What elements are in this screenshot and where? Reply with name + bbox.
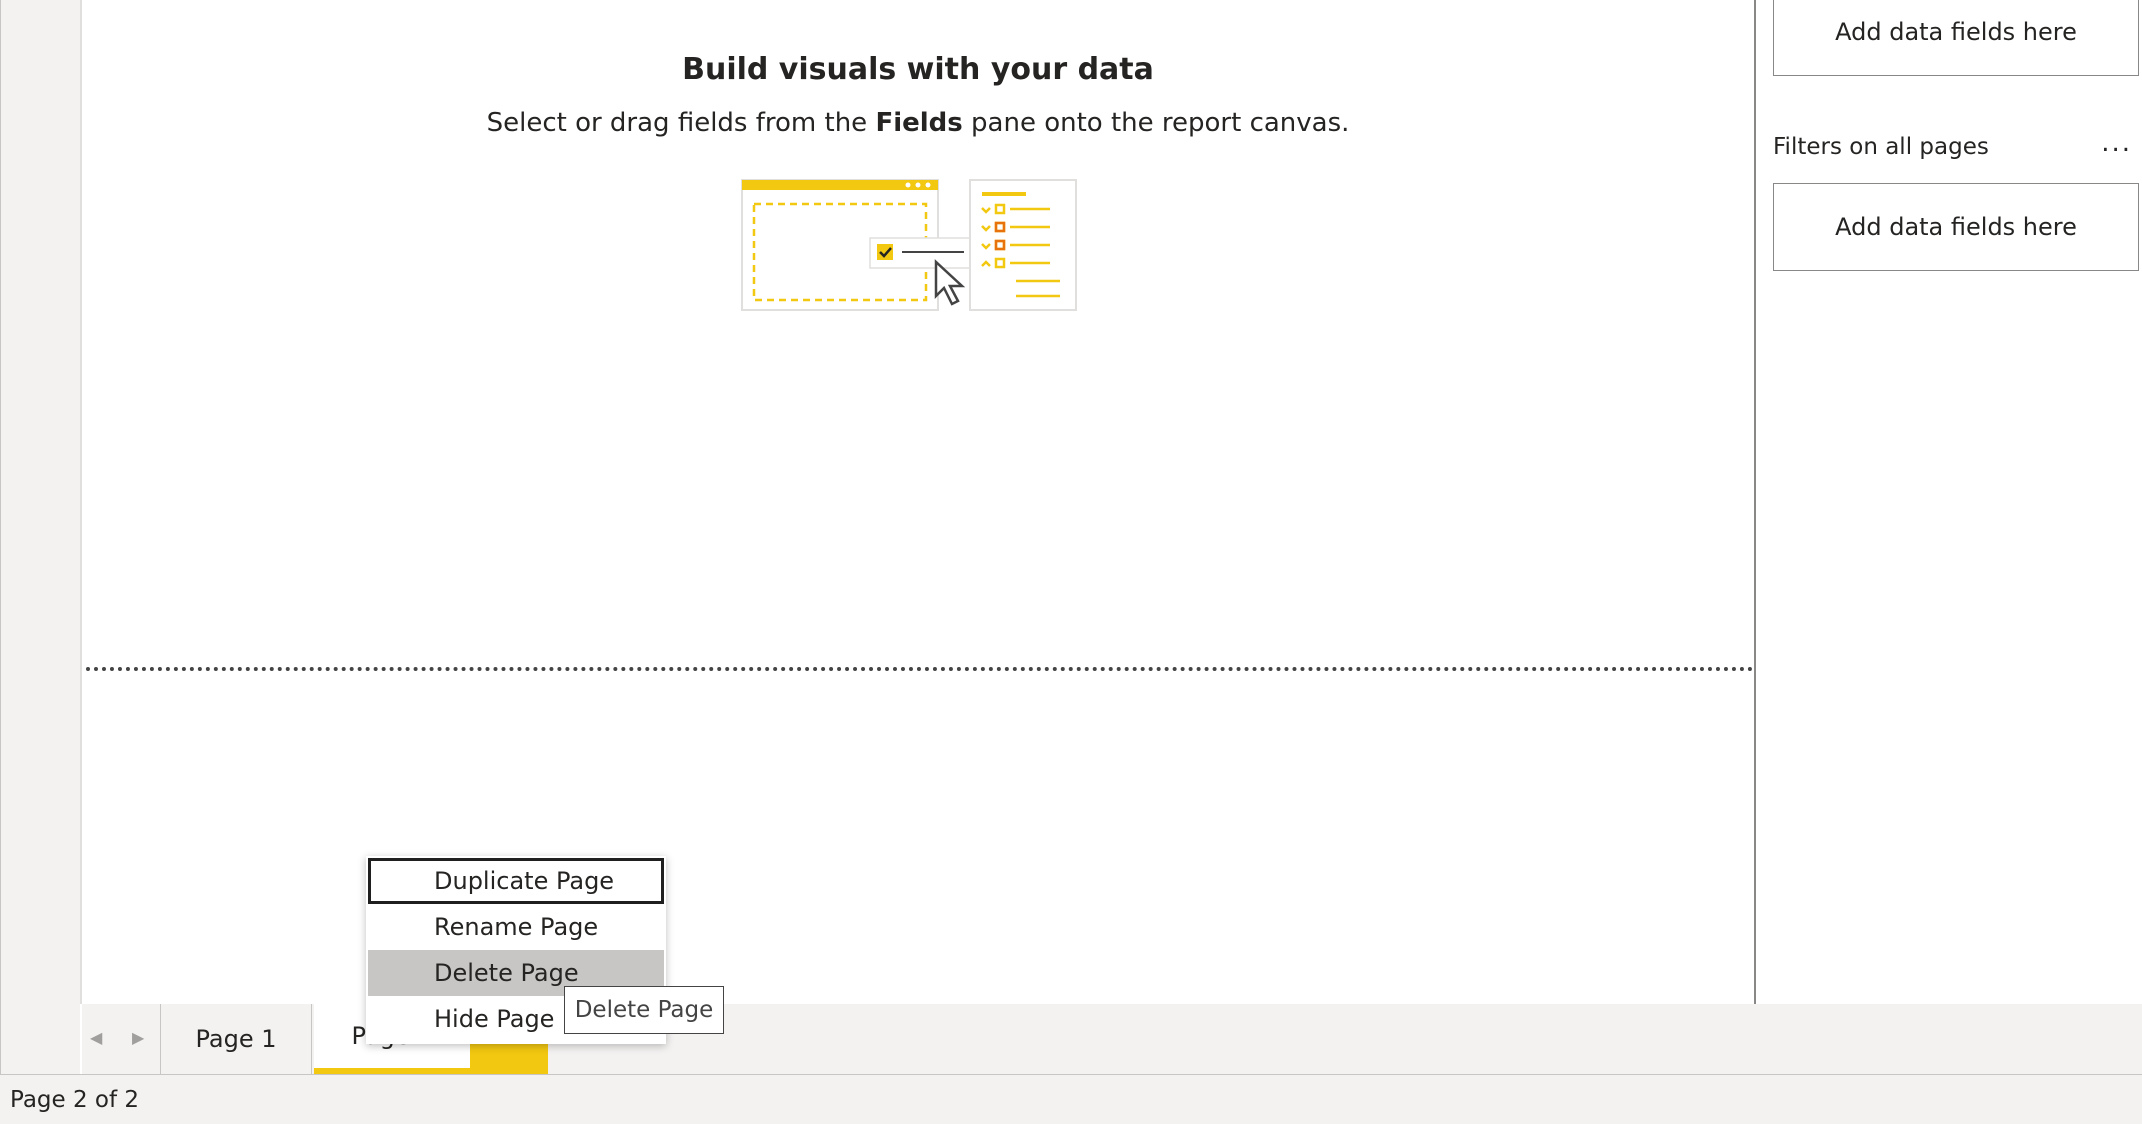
page-indicator: Page 2 of 2 xyxy=(10,1087,140,1113)
tooltip: Delete Page xyxy=(564,986,724,1034)
menu-item-label: Delete Page xyxy=(434,959,579,987)
build-visuals-illustration xyxy=(741,179,1077,311)
chevron-left-icon[interactable]: ◀ xyxy=(90,1028,102,1047)
more-options-icon[interactable]: ... xyxy=(2101,128,2132,158)
subtitle-text-end: pane onto the report canvas. xyxy=(962,108,1350,138)
menu-item-label: Duplicate Page xyxy=(434,867,615,895)
tab-page-1[interactable]: Page 1 xyxy=(160,1004,312,1074)
subtitle-fields-word: Fields xyxy=(875,108,963,138)
menu-item-duplicate-page[interactable]: Duplicate Page xyxy=(368,858,664,904)
menu-item-rename-page[interactable]: Rename Page xyxy=(368,904,664,950)
menu-item-label: Hide Page xyxy=(434,1005,555,1033)
report-canvas[interactable]: Build visuals with your data Select or d… xyxy=(82,0,1754,1004)
canvas-empty-subtitle: Select or drag fields from the Fields pa… xyxy=(82,108,1754,138)
filters-page-drop-zone[interactable]: Add data fields here xyxy=(1773,0,2139,76)
filters-all-pages-heading: Filters on all pages xyxy=(1773,134,1989,160)
status-bar: Page 2 of 2 xyxy=(0,1074,2142,1124)
chevron-right-icon[interactable]: ▶ xyxy=(132,1028,144,1047)
filters-all-pages-drop-zone[interactable]: Add data fields here xyxy=(1773,183,2139,271)
menu-item-label: Rename Page xyxy=(434,913,599,941)
subtitle-text-start: Select or drag fields from the xyxy=(486,108,876,138)
page-break-line xyxy=(86,667,1754,671)
filters-pane: Add data fields here Filters on all page… xyxy=(1756,0,2142,1004)
left-pane-strip xyxy=(0,0,80,1074)
canvas-empty-title: Build visuals with your data xyxy=(682,52,1154,87)
tab-label: Page 1 xyxy=(195,1025,277,1053)
